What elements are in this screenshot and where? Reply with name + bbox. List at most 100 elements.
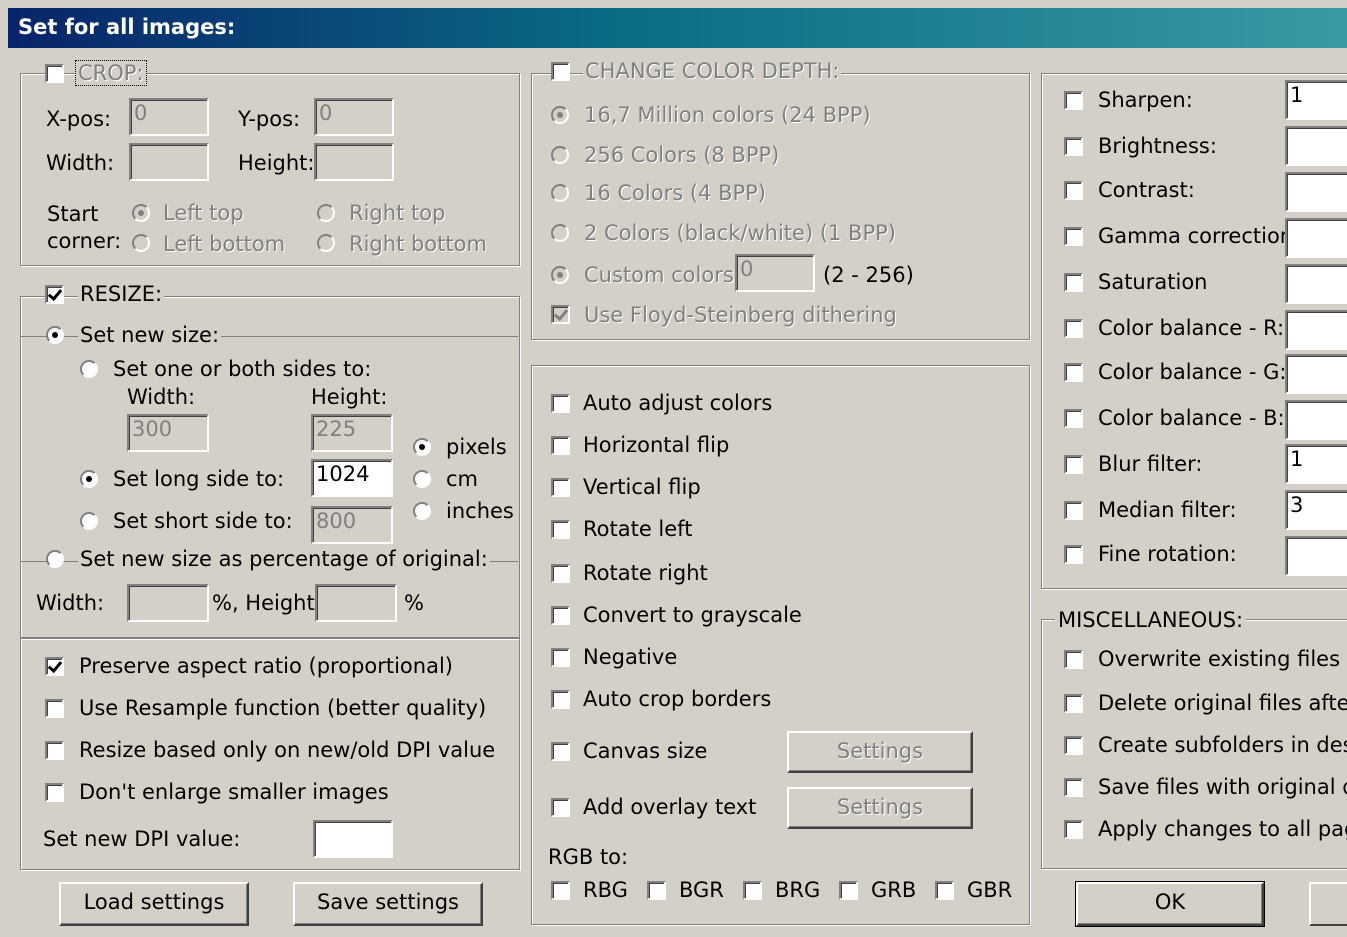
percentage-radio[interactable] <box>46 550 64 568</box>
resize-checkbox[interactable] <box>45 285 64 304</box>
pixels-radio[interactable] <box>413 438 431 456</box>
dithering-label: Use Floyd-Steinberg dithering <box>584 303 897 327</box>
rgb-brg-checkbox[interactable] <box>743 881 762 900</box>
resize-dpi-label: Resize based only on new/old DPI value <box>79 738 496 762</box>
fine-rotation-input[interactable] <box>1285 536 1347 576</box>
short-side-input[interactable]: 800 <box>311 506 393 544</box>
left-top-label: Left top <box>163 201 244 225</box>
vflip-label: Vertical flip <box>583 475 701 499</box>
rotate-right-checkbox[interactable] <box>551 564 570 583</box>
set-new-size-radio[interactable] <box>46 326 64 344</box>
crop-checkbox[interactable] <box>45 64 64 83</box>
auto-adjust-checkbox[interactable] <box>551 394 570 413</box>
negative-checkbox[interactable] <box>551 648 570 667</box>
overlay-text-checkbox[interactable] <box>551 798 570 817</box>
gamma-input[interactable] <box>1285 218 1347 258</box>
rgb-grb-checkbox[interactable] <box>839 881 858 900</box>
right-top-radio[interactable] <box>317 204 335 222</box>
contrast-input[interactable] <box>1285 172 1347 212</box>
corner-label: corner: <box>47 229 122 253</box>
left-bottom-radio[interactable] <box>132 234 150 252</box>
vflip-checkbox[interactable] <box>551 478 570 497</box>
balance-b-input[interactable] <box>1285 400 1347 440</box>
fine-rotation-checkbox[interactable] <box>1064 545 1083 564</box>
right-bottom-radio[interactable] <box>317 234 335 252</box>
resize-dpi-checkbox[interactable] <box>45 741 64 760</box>
color-depth-label: CHANGE COLOR DEPTH: <box>583 59 842 83</box>
use-resample-checkbox[interactable] <box>45 699 64 718</box>
contrast-checkbox[interactable] <box>1064 181 1083 200</box>
color-8bpp-radio[interactable] <box>551 146 569 164</box>
color-24bpp-radio[interactable] <box>551 106 569 124</box>
preserve-aspect-checkbox[interactable] <box>45 657 64 676</box>
rgb-bgr-checkbox[interactable] <box>647 881 666 900</box>
color-4bpp-radio[interactable] <box>551 184 569 202</box>
balance-r-checkbox[interactable] <box>1064 319 1083 338</box>
delete-orig-checkbox[interactable] <box>1064 694 1083 713</box>
rgb-rbg-checkbox[interactable] <box>551 881 570 900</box>
blur-label: Blur filter: <box>1098 452 1203 476</box>
dont-enlarge-checkbox[interactable] <box>45 783 64 802</box>
rgb-bgr-label: BGR <box>679 878 724 902</box>
balance-b-checkbox[interactable] <box>1064 409 1083 428</box>
canvas-size-checkbox[interactable] <box>551 742 570 761</box>
blur-checkbox[interactable] <box>1064 455 1083 474</box>
sharpen-input[interactable]: 1 <box>1285 80 1347 120</box>
balance-g-input[interactable] <box>1285 354 1347 394</box>
brightness-checkbox[interactable] <box>1064 137 1083 156</box>
long-side-input[interactable]: 1024 <box>311 459 393 497</box>
color-1bpp-label: 2 Colors (black/white) (1 BPP) <box>584 221 896 245</box>
color-depth-checkbox[interactable] <box>551 62 570 81</box>
rotate-left-checkbox[interactable] <box>551 520 570 539</box>
crop-height-input[interactable] <box>314 143 394 181</box>
inches-label: inches <box>446 499 514 523</box>
canvas-settings-button[interactable]: Settings <box>787 731 973 773</box>
cm-radio[interactable] <box>413 470 431 488</box>
saturation-checkbox[interactable] <box>1064 273 1083 292</box>
long-side-radio[interactable] <box>80 470 98 488</box>
balance-r-input[interactable] <box>1285 310 1347 350</box>
blur-input[interactable]: 1 <box>1285 444 1347 484</box>
grayscale-checkbox[interactable] <box>551 606 570 625</box>
overwrite-checkbox[interactable] <box>1064 650 1083 669</box>
overlay-settings-button[interactable]: Settings <box>787 787 973 829</box>
brightness-input[interactable] <box>1285 126 1347 166</box>
dpi-input[interactable] <box>313 820 393 858</box>
cancel-button[interactable] <box>1309 882 1347 926</box>
sharpen-checkbox[interactable] <box>1064 91 1083 110</box>
saturation-input[interactable] <box>1285 264 1347 304</box>
resize-width-input[interactable]: 300 <box>127 414 209 452</box>
save-settings-button[interactable]: Save settings <box>293 882 483 926</box>
all-pages-checkbox[interactable] <box>1064 820 1083 839</box>
crop-ypos-input[interactable]: 0 <box>314 98 394 136</box>
color-1bpp-radio[interactable] <box>551 224 569 242</box>
dithering-checkbox[interactable] <box>551 305 570 324</box>
resize-height-input[interactable]: 225 <box>311 414 393 452</box>
custom-colors-radio[interactable] <box>551 266 569 284</box>
rgb-gbr-checkbox[interactable] <box>935 881 954 900</box>
short-side-radio[interactable] <box>80 512 98 530</box>
inches-radio[interactable] <box>413 502 431 520</box>
start-label: Start <box>47 202 99 226</box>
crop-width-input[interactable] <box>129 143 209 181</box>
load-settings-button[interactable]: Load settings <box>59 882 249 926</box>
pct-height-input[interactable] <box>315 584 397 622</box>
auto-crop-checkbox[interactable] <box>551 690 570 709</box>
hflip-checkbox[interactable] <box>551 436 570 455</box>
ok-button[interactable]: OK <box>1075 881 1265 927</box>
contrast-label: Contrast: <box>1098 178 1195 202</box>
overwrite-label: Overwrite existing files <box>1098 647 1341 671</box>
median-checkbox[interactable] <box>1064 501 1083 520</box>
brightness-label: Brightness: <box>1098 134 1217 158</box>
custom-colors-input[interactable]: 0 <box>735 254 815 292</box>
crop-xpos-input[interactable]: 0 <box>129 98 209 136</box>
batch-settings-dialog: { "title": "Set for all images:", "crop"… <box>0 0 1347 937</box>
gamma-checkbox[interactable] <box>1064 227 1083 246</box>
orig-date-checkbox[interactable] <box>1064 778 1083 797</box>
left-top-radio[interactable] <box>132 204 150 222</box>
pct-width-input[interactable] <box>127 584 209 622</box>
one-or-both-radio[interactable] <box>80 360 98 378</box>
balance-g-checkbox[interactable] <box>1064 363 1083 382</box>
subfolders-checkbox[interactable] <box>1064 736 1083 755</box>
median-input[interactable]: 3 <box>1285 490 1347 530</box>
